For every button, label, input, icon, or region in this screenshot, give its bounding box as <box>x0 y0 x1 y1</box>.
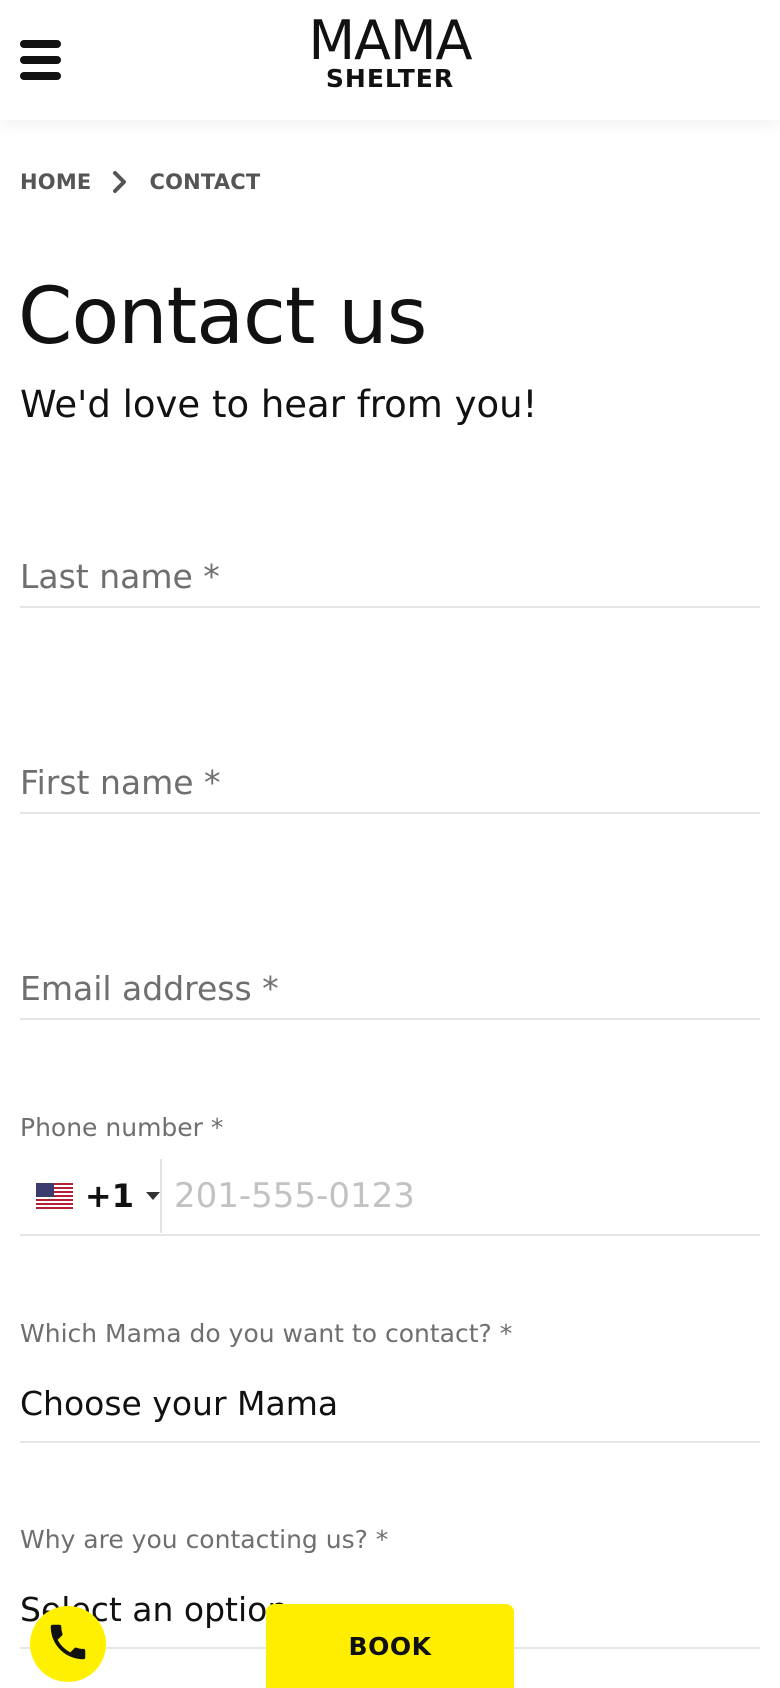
breadcrumb-current: CONTACT <box>149 170 261 194</box>
hamburger-bar <box>20 40 61 48</box>
call-button[interactable] <box>30 1606 106 1682</box>
last-name-input[interactable] <box>20 546 760 606</box>
us-flag-icon <box>36 1183 73 1209</box>
email-input[interactable] <box>20 958 760 1018</box>
site-header: MAMA SHELTER <box>0 0 780 120</box>
mama-select-label: Which Mama do you want to contact? * <box>20 1319 513 1348</box>
phone-icon <box>45 1619 91 1669</box>
chevron-right-icon <box>109 171 131 193</box>
first-name-input[interactable] <box>20 752 760 812</box>
page-title: Contact us <box>18 272 427 362</box>
first-name-field <box>20 752 760 814</box>
phone-number-field: +1 <box>20 1158 760 1236</box>
logo-top-text: MAMA <box>308 9 472 72</box>
email-field <box>20 958 760 1020</box>
last-name-field <box>20 546 760 608</box>
breadcrumb-home-link[interactable]: HOME <box>20 170 91 194</box>
mama-select[interactable]: Choose your Mama <box>20 1384 760 1443</box>
phone-number-label: Phone number * <box>20 1113 224 1142</box>
breadcrumb: HOME CONTACT <box>20 170 260 194</box>
page-subtitle: We'd love to hear from you! <box>20 383 538 426</box>
book-button[interactable]: BOOK <box>266 1604 514 1688</box>
mama-shelter-logo[interactable]: MAMA SHELTER <box>290 12 490 92</box>
dial-code: +1 <box>84 1177 134 1215</box>
country-code-selector[interactable]: +1 <box>20 1159 162 1233</box>
hamburger-bar <box>20 56 61 64</box>
caret-down-icon <box>146 1192 160 1200</box>
phone-number-input[interactable] <box>162 1161 760 1231</box>
hamburger-menu-icon[interactable] <box>20 40 61 80</box>
reason-select-label: Why are you contacting us? * <box>20 1525 389 1554</box>
hamburger-bar <box>20 72 61 80</box>
